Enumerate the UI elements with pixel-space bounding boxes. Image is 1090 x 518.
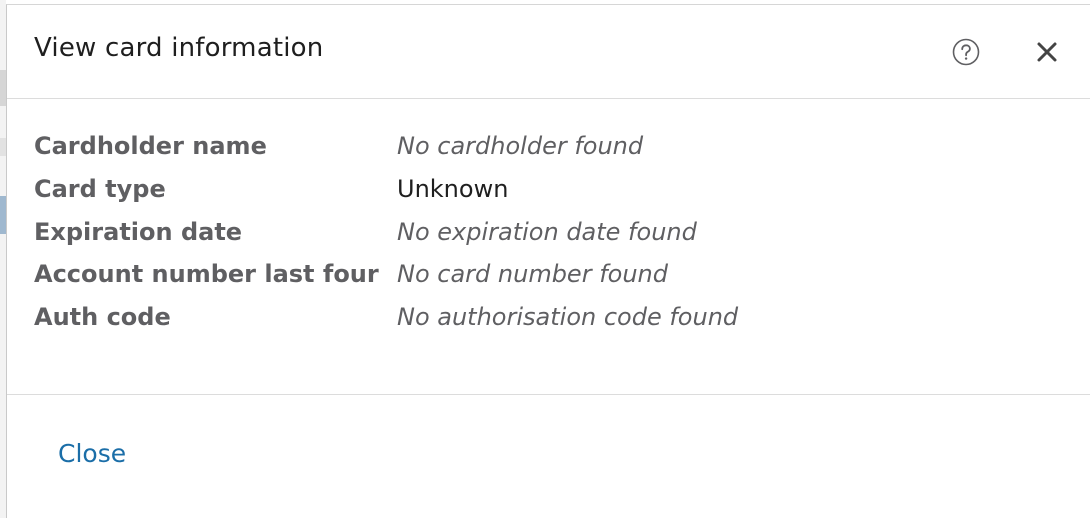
info-value: No cardholder found [397, 132, 644, 160]
card-info-modal: View card information Cardholder name No… [6, 4, 1090, 518]
info-label: Auth code [34, 303, 171, 331]
info-label: Expiration date [34, 218, 243, 246]
info-value: No authorisation code found [397, 303, 739, 331]
close-button[interactable]: Close [58, 439, 126, 468]
info-value: No expiration date found [397, 218, 697, 246]
info-row-card-type: Card type Unknown [34, 175, 1074, 207]
info-row-account-number: Account number last four No card number … [34, 260, 1074, 292]
info-row-expiration-date: Expiration date No expiration date found [34, 218, 1074, 250]
info-label: Account number last four [34, 260, 379, 288]
close-icon[interactable] [1033, 38, 1061, 66]
info-label: Card type [34, 175, 166, 203]
info-row-auth-code: Auth code No authorisation code found [34, 303, 1074, 335]
card-info-list: Cardholder name No cardholder found Card… [7, 99, 1090, 395]
info-value: Unknown [397, 175, 509, 203]
info-label: Cardholder name [34, 132, 267, 160]
modal-title: View card information [34, 33, 324, 63]
modal-footer: Close [7, 395, 1090, 515]
info-value: No card number found [397, 260, 668, 288]
info-row-cardholder-name: Cardholder name No cardholder found [34, 132, 1074, 164]
help-circle-icon[interactable] [952, 38, 980, 66]
modal-header: View card information [7, 5, 1090, 99]
